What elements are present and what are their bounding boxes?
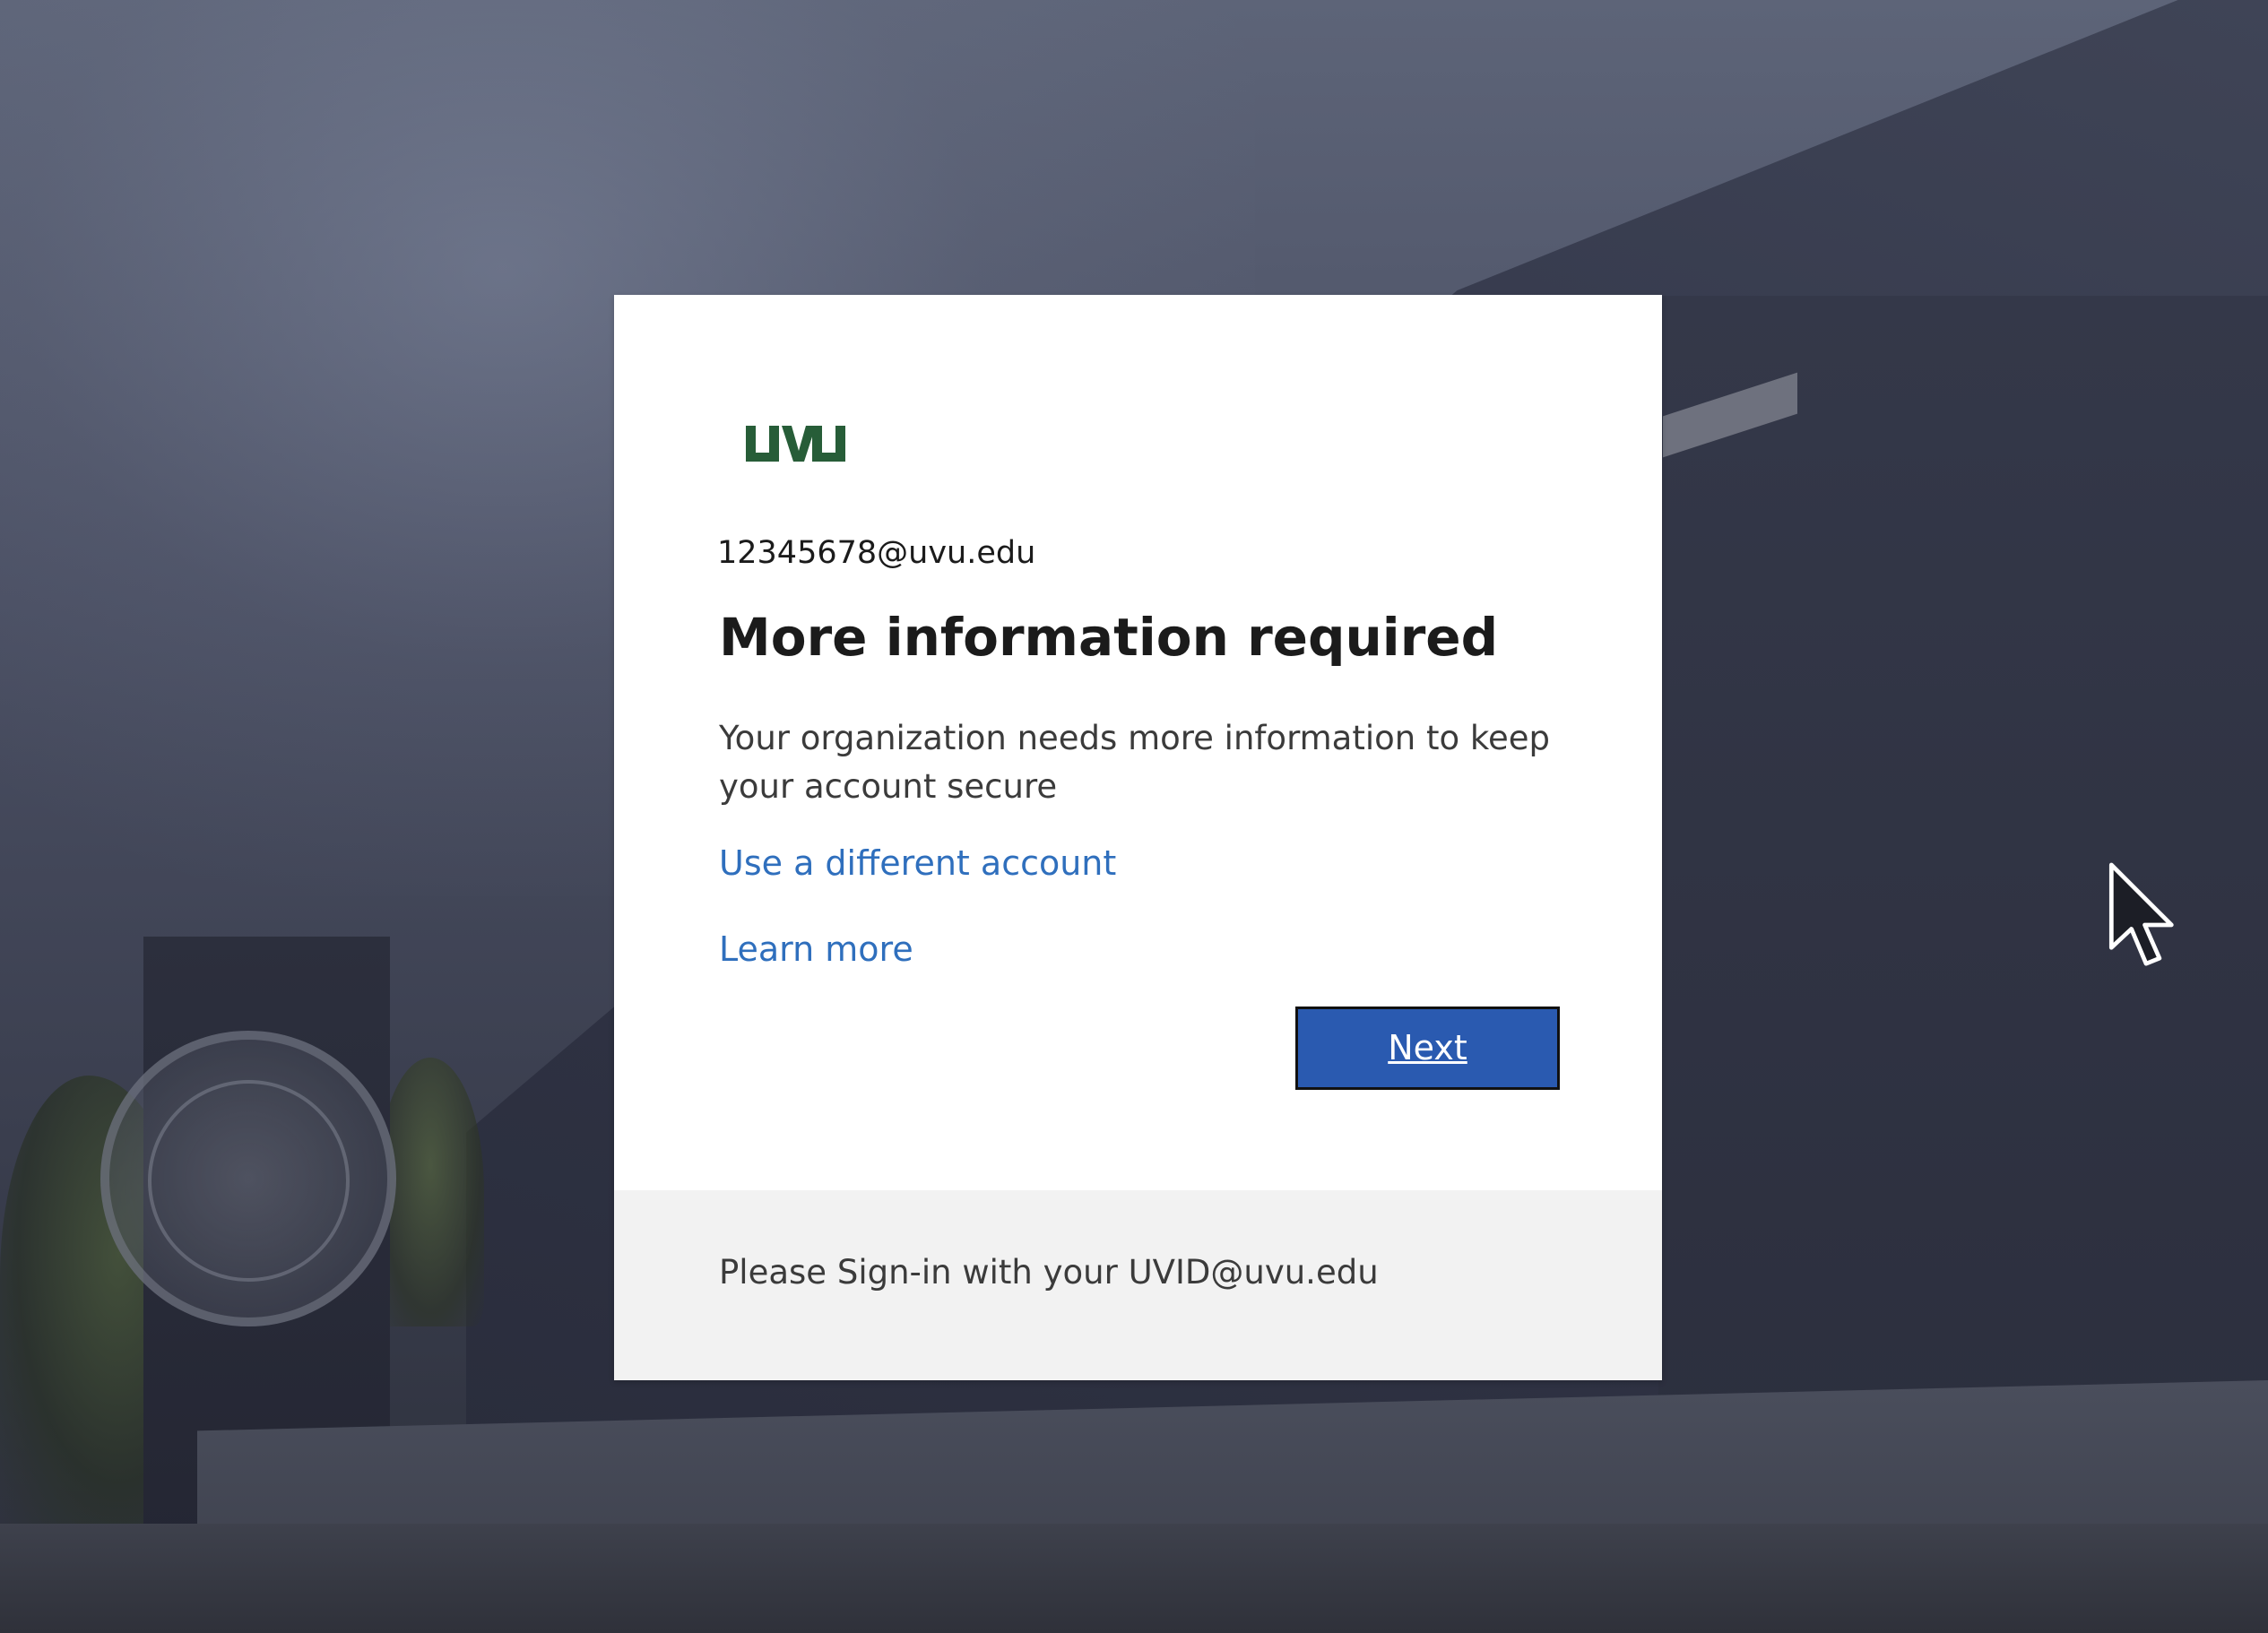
background-university-seal-ring bbox=[148, 1080, 350, 1282]
footer-sign-in-hint: Please Sign-in with your UVID@uvu.edu bbox=[719, 1253, 1379, 1292]
sign-in-card-body: 12345678@uvu.edu More information requir… bbox=[614, 295, 1662, 1190]
mouse-pointer-icon bbox=[2108, 862, 2174, 966]
page-title: More information required bbox=[719, 607, 1499, 668]
background-ground bbox=[0, 1524, 2268, 1633]
learn-more-link[interactable]: Learn more bbox=[719, 929, 913, 969]
use-different-account-link[interactable]: Use a different account bbox=[719, 843, 1116, 883]
sign-in-card: 12345678@uvu.edu More information requir… bbox=[614, 295, 1662, 1380]
card-footer: Please Sign-in with your UVID@uvu.edu bbox=[614, 1190, 1662, 1380]
page-description: Your organization needs more information… bbox=[719, 719, 1551, 806]
next-button[interactable]: Next bbox=[1295, 1007, 1560, 1090]
uvu-logo bbox=[746, 426, 845, 462]
account-email: 12345678@uvu.edu bbox=[717, 535, 1036, 571]
